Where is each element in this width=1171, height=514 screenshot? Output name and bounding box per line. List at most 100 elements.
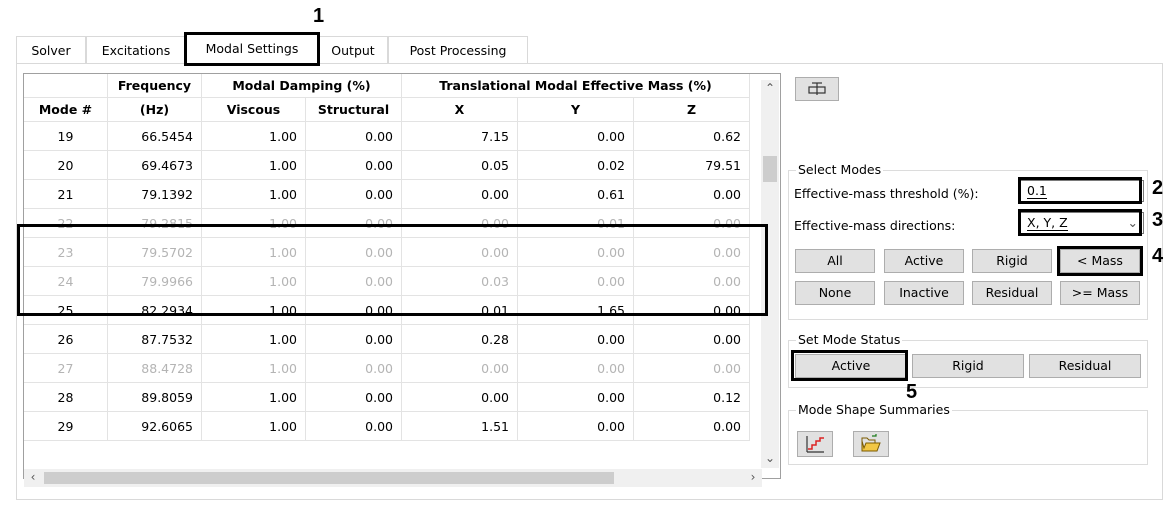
callout-2: 2: [1152, 177, 1164, 199]
summary-open-button[interactable]: [853, 431, 889, 457]
select-none-button[interactable]: None: [795, 281, 875, 305]
scroll-thumb[interactable]: [763, 156, 777, 182]
viscous-cell[interactable]: 1.00: [202, 325, 306, 354]
scroll-down-icon[interactable]: ⌄: [761, 450, 779, 468]
frequency-cell[interactable]: 79.1392: [108, 180, 202, 209]
mass-z-cell[interactable]: 0.62: [634, 122, 750, 151]
mode-shape-summaries-title: Mode Shape Summaries: [796, 402, 952, 417]
structural-cell[interactable]: 0.00: [306, 354, 402, 383]
mass-y-cell[interactable]: 0.00: [518, 325, 634, 354]
mass-z-cell[interactable]: 0.00: [634, 412, 750, 441]
select-active-button[interactable]: Active: [884, 249, 964, 273]
select-modes-title: Select Modes: [796, 162, 884, 177]
mass-z-cell[interactable]: 0.00: [634, 325, 750, 354]
viscous-cell[interactable]: 1.00: [202, 383, 306, 412]
column-split-button[interactable]: [795, 77, 839, 101]
mass-x-cell[interactable]: 0.00: [402, 180, 518, 209]
mass-z-cell[interactable]: 0.00: [634, 354, 750, 383]
scroll-up-icon[interactable]: ⌃: [761, 80, 779, 98]
structural-cell[interactable]: 0.00: [306, 151, 402, 180]
select-inactive-button[interactable]: Inactive: [884, 281, 964, 305]
col-header-hz[interactable]: (Hz): [108, 98, 202, 122]
status-rigid-button[interactable]: Rigid: [912, 354, 1024, 378]
mass-x-cell[interactable]: 0.28: [402, 325, 518, 354]
callout-1: 1: [313, 5, 325, 27]
directions-label: Effective-mass directions:: [794, 218, 956, 233]
mass-y-cell[interactable]: 0.00: [518, 383, 634, 412]
mode-cell[interactable]: 19: [24, 122, 108, 151]
viscous-cell[interactable]: 1.00: [202, 180, 306, 209]
viscous-cell[interactable]: 1.00: [202, 151, 306, 180]
hscroll-thumb[interactable]: [44, 472, 614, 484]
table-row[interactable]: 21 79.1392 1.00 0.00 0.00 0.61 0.00: [24, 180, 764, 209]
mode-cell[interactable]: 21: [24, 180, 108, 209]
structural-cell[interactable]: 0.00: [306, 180, 402, 209]
select-residual-button[interactable]: Residual: [972, 281, 1052, 305]
viscous-cell[interactable]: 1.00: [202, 412, 306, 441]
highlight-modal-settings-tab: [184, 32, 320, 66]
mode-cell[interactable]: 28: [24, 383, 108, 412]
frequency-cell[interactable]: 88.4728: [108, 354, 202, 383]
mass-y-cell[interactable]: 0.00: [518, 354, 634, 383]
open-folder-icon: [861, 434, 881, 452]
structural-cell[interactable]: 0.00: [306, 122, 402, 151]
table-row[interactable]: 20 69.4673 1.00 0.00 0.05 0.02 79.51: [24, 151, 764, 180]
tab-output[interactable]: Output: [318, 36, 388, 63]
col-header-structural[interactable]: Structural: [306, 98, 402, 122]
mode-cell[interactable]: 20: [24, 151, 108, 180]
table-row[interactable]: 26 87.7532 1.00 0.00 0.28 0.00 0.00: [24, 325, 764, 354]
scroll-left-icon[interactable]: ‹: [24, 469, 42, 487]
mode-cell[interactable]: 27: [24, 354, 108, 383]
frequency-header: Frequency: [108, 74, 202, 98]
col-header-mode[interactable]: Mode #: [24, 98, 108, 122]
status-residual-button[interactable]: Residual: [1029, 354, 1141, 378]
structural-cell[interactable]: 0.00: [306, 325, 402, 354]
frequency-cell[interactable]: 92.6065: [108, 412, 202, 441]
frequency-cell[interactable]: 69.4673: [108, 151, 202, 180]
mass-x-cell[interactable]: 0.00: [402, 354, 518, 383]
highlight-directions-select: [1018, 209, 1142, 236]
mode-cell[interactable]: 26: [24, 325, 108, 354]
frequency-cell[interactable]: 66.5454: [108, 122, 202, 151]
mass-x-cell[interactable]: 7.15: [402, 122, 518, 151]
viscous-cell[interactable]: 1.00: [202, 122, 306, 151]
tab-excitations[interactable]: Excitations: [86, 36, 186, 63]
col-header-z[interactable]: Z: [634, 98, 750, 122]
mass-y-cell[interactable]: 0.02: [518, 151, 634, 180]
mode-cell[interactable]: 29: [24, 412, 108, 441]
highlight-status-active-button: [791, 350, 908, 381]
mass-y-cell[interactable]: 0.00: [518, 412, 634, 441]
step-chart-icon: [806, 436, 824, 453]
highlight-threshold-input: [1018, 177, 1142, 204]
tab-solver[interactable]: Solver: [16, 36, 86, 63]
col-header-y[interactable]: Y: [518, 98, 634, 122]
summary-chart-button[interactable]: [797, 431, 833, 457]
select-above-mass-button[interactable]: >= Mass: [1060, 281, 1140, 305]
col-header-viscous[interactable]: Viscous: [202, 98, 306, 122]
table-row[interactable]: 19 66.5454 1.00 0.00 7.15 0.00 0.62: [24, 122, 764, 151]
scroll-right-icon[interactable]: ›: [744, 469, 762, 487]
frequency-cell[interactable]: 89.8059: [108, 383, 202, 412]
mass-z-cell[interactable]: 0.12: [634, 383, 750, 412]
horizontal-scrollbar[interactable]: ‹ ›: [24, 469, 762, 487]
table-row[interactable]: 29 92.6065 1.00 0.00 1.51 0.00 0.00: [24, 412, 764, 441]
viscous-cell[interactable]: 1.00: [202, 354, 306, 383]
table-row[interactable]: 27 88.4728 1.00 0.00 0.00 0.00 0.00: [24, 354, 764, 383]
mass-x-cell[interactable]: 0.00: [402, 383, 518, 412]
mass-z-cell[interactable]: 0.00: [634, 180, 750, 209]
tab-post-processing[interactable]: Post Processing: [388, 36, 528, 63]
structural-cell[interactable]: 0.00: [306, 383, 402, 412]
structural-cell[interactable]: 0.00: [306, 412, 402, 441]
mass-z-cell[interactable]: 79.51: [634, 151, 750, 180]
mass-x-cell[interactable]: 1.51: [402, 412, 518, 441]
effective-mass-header: Translational Modal Effective Mass (%): [402, 74, 750, 98]
mass-y-cell[interactable]: 0.61: [518, 180, 634, 209]
mass-x-cell[interactable]: 0.05: [402, 151, 518, 180]
mass-y-cell[interactable]: 0.00: [518, 122, 634, 151]
table-row[interactable]: 28 89.8059 1.00 0.00 0.00 0.00 0.12: [24, 383, 764, 412]
frequency-cell[interactable]: 87.7532: [108, 325, 202, 354]
mode-group-spacer: [24, 74, 108, 98]
select-rigid-button[interactable]: Rigid: [972, 249, 1052, 273]
col-header-x[interactable]: X: [402, 98, 518, 122]
select-all-button[interactable]: All: [795, 249, 875, 273]
